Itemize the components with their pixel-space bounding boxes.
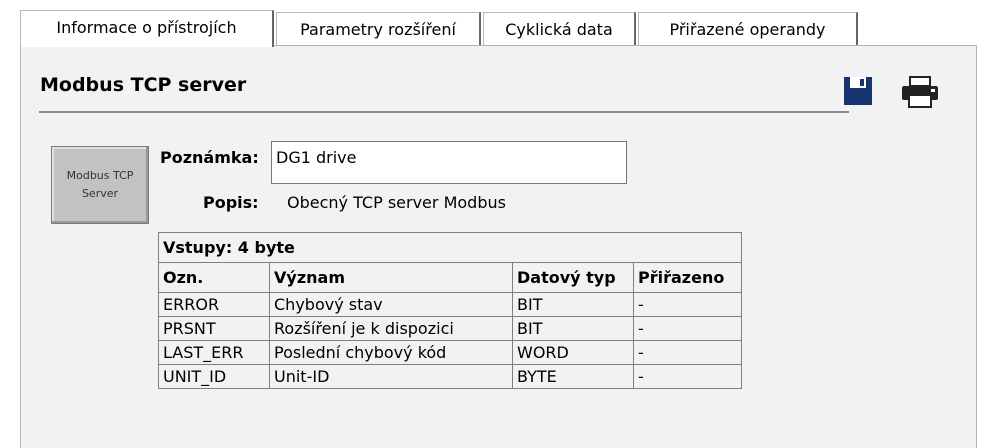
table-row[interactable]: PRSNT Rozšíření je k dispozici BIT - (158, 316, 742, 341)
description-label: Popis: (203, 193, 259, 212)
column-header: Význam (269, 262, 513, 293)
table-row[interactable]: UNIT_ID Unit-ID BYTE - (158, 364, 742, 389)
tab-assigned-operands[interactable]: Přiřazené operandy (638, 12, 858, 46)
cell-assigned: - (633, 316, 742, 341)
cell-name: PRSNT (158, 316, 270, 341)
inputs-table: Vstupy: 4 byte Ozn. Význam Datový typ Př… (158, 232, 742, 389)
cell-type: BYTE (512, 364, 634, 389)
column-header: Přiřazeno (633, 262, 742, 293)
device-info-panel: Modbus TCP server Modbus TCP Server Pozn… (20, 45, 977, 448)
device-line-2: Server (81, 187, 119, 200)
header-divider (39, 111, 849, 113)
tab-extension-parameters[interactable]: Parametry rozšíření (276, 12, 481, 46)
device-line-1: Modbus TCP (66, 169, 134, 182)
tab-label: Informace o přístrojích (56, 18, 237, 37)
cell-assigned: - (633, 292, 742, 317)
save-icon[interactable] (843, 76, 873, 106)
printer-icon[interactable] (901, 76, 939, 108)
tab-label: Parametry rozšíření (300, 20, 456, 39)
tab-device-info[interactable]: Informace o přístrojích (20, 10, 274, 47)
cell-name: UNIT_ID (158, 364, 270, 389)
cell-name: ERROR (158, 292, 270, 317)
page-title: Modbus TCP server (40, 74, 247, 96)
tab-label: Cyklická data (505, 20, 613, 39)
note-label: Poznámka: (160, 148, 259, 167)
note-input[interactable]: DG1 drive (271, 141, 627, 184)
column-header: Ozn. (158, 262, 270, 293)
cell-assigned: - (633, 340, 742, 365)
description-value: Obecný TCP server Modbus (287, 193, 506, 212)
cell-meaning: Poslední chybový kód (269, 340, 513, 365)
cell-meaning: Rozšíření je k dispozici (269, 316, 513, 341)
cell-name: LAST_ERR (158, 340, 270, 365)
cell-meaning: Chybový stav (269, 292, 513, 317)
device-image: Modbus TCP Server (51, 146, 149, 224)
tab-cyclic-data[interactable]: Cyklická data (483, 12, 636, 46)
column-header: Datový typ (512, 262, 634, 293)
tab-label: Přiřazené operandy (669, 20, 826, 39)
cell-meaning: Unit-ID (269, 364, 513, 389)
cell-type: BIT (512, 292, 634, 317)
cell-type: WORD (512, 340, 634, 365)
cell-type: BIT (512, 316, 634, 341)
table-row[interactable]: LAST_ERR Poslední chybový kód WORD - (158, 340, 742, 365)
table-row[interactable]: ERROR Chybový stav BIT - (158, 292, 742, 317)
tab-bar: Informace o přístrojích Parametry rozšíř… (0, 8, 997, 47)
inputs-table-caption: Vstupy: 4 byte (158, 232, 742, 263)
cell-assigned: - (633, 364, 742, 389)
